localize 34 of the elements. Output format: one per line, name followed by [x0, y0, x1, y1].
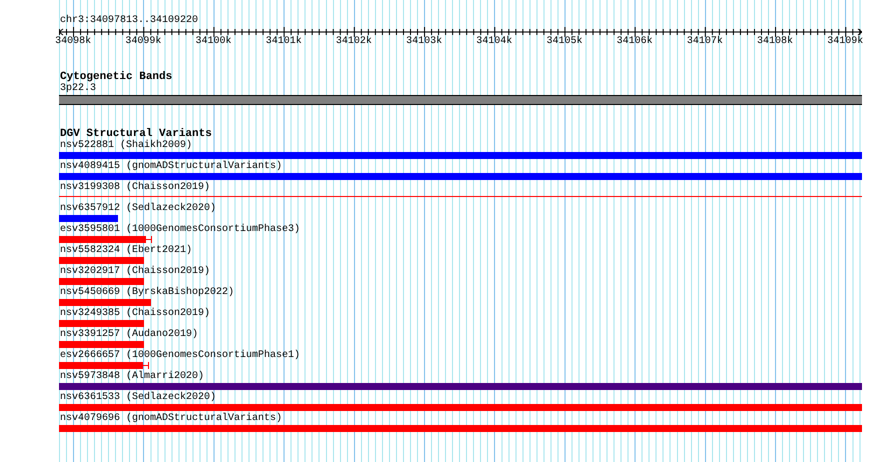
feature-label: 3p22.3 — [59, 83, 96, 95]
tick-label: 34106k — [616, 36, 654, 47]
feature-label: nsv6357912 (Sedlazeck2020) — [59, 203, 216, 215]
feature-label: nsv4079696 (gnomADStructuralVariants) — [59, 413, 282, 425]
tick-label: 34105k — [545, 36, 584, 47]
feature-label: nsv3199308 (Chaisson2019) — [59, 182, 210, 194]
tick-label: 34102k — [334, 36, 373, 47]
variant-line[interactable] — [59, 196, 862, 197]
feature-label: nsv5973848 (Almarri2020) — [59, 371, 204, 383]
tick-label: 34108k — [756, 36, 794, 47]
tick-label: 34107k — [686, 36, 724, 47]
cytoband-bar[interactable] — [59, 95, 862, 105]
track-title: DGV Structural Variants — [59, 128, 212, 140]
feature-label: nsv5582324 (Ebert2021) — [59, 245, 192, 257]
tick-label: 34101k — [264, 36, 303, 47]
tick-label: 34098k — [54, 36, 92, 47]
variant-bar[interactable] — [59, 362, 149, 369]
tick-label: 34104k — [475, 36, 514, 47]
tick-label: 34099k — [124, 36, 162, 47]
feature-label: esv3595801 (1000GenomesConsortiumPhase3) — [59, 224, 300, 236]
tick-label: 34100k — [194, 36, 233, 47]
genome-location: chr3:34097813..34109220 — [59, 15, 198, 26]
feature-label: nsv4089415 (gnomADStructuralVariants) — [59, 161, 282, 173]
feature-label: nsv3391257 (Audano2019) — [59, 329, 198, 341]
feature-label: nsv522881 (Shaikh2009) — [59, 140, 192, 152]
feature-label: esv2666657 (1000GenomesConsortiumPhase1) — [59, 350, 300, 362]
variant-bar[interactable] — [59, 236, 152, 243]
tick-label: 34109k — [826, 36, 864, 47]
feature-label: nsv3249385 (Chaisson2019) — [59, 308, 210, 320]
tick-label: 34103k — [405, 36, 444, 47]
feature-label: nsv5450669 (ByrskaBishop2022) — [59, 287, 234, 299]
track-title: Cytogenetic Bands — [59, 71, 172, 83]
feature-label: nsv3202917 (Chaisson2019) — [59, 266, 210, 278]
feature-label: nsv6361533 (Sedlazeck2020) — [59, 392, 216, 404]
